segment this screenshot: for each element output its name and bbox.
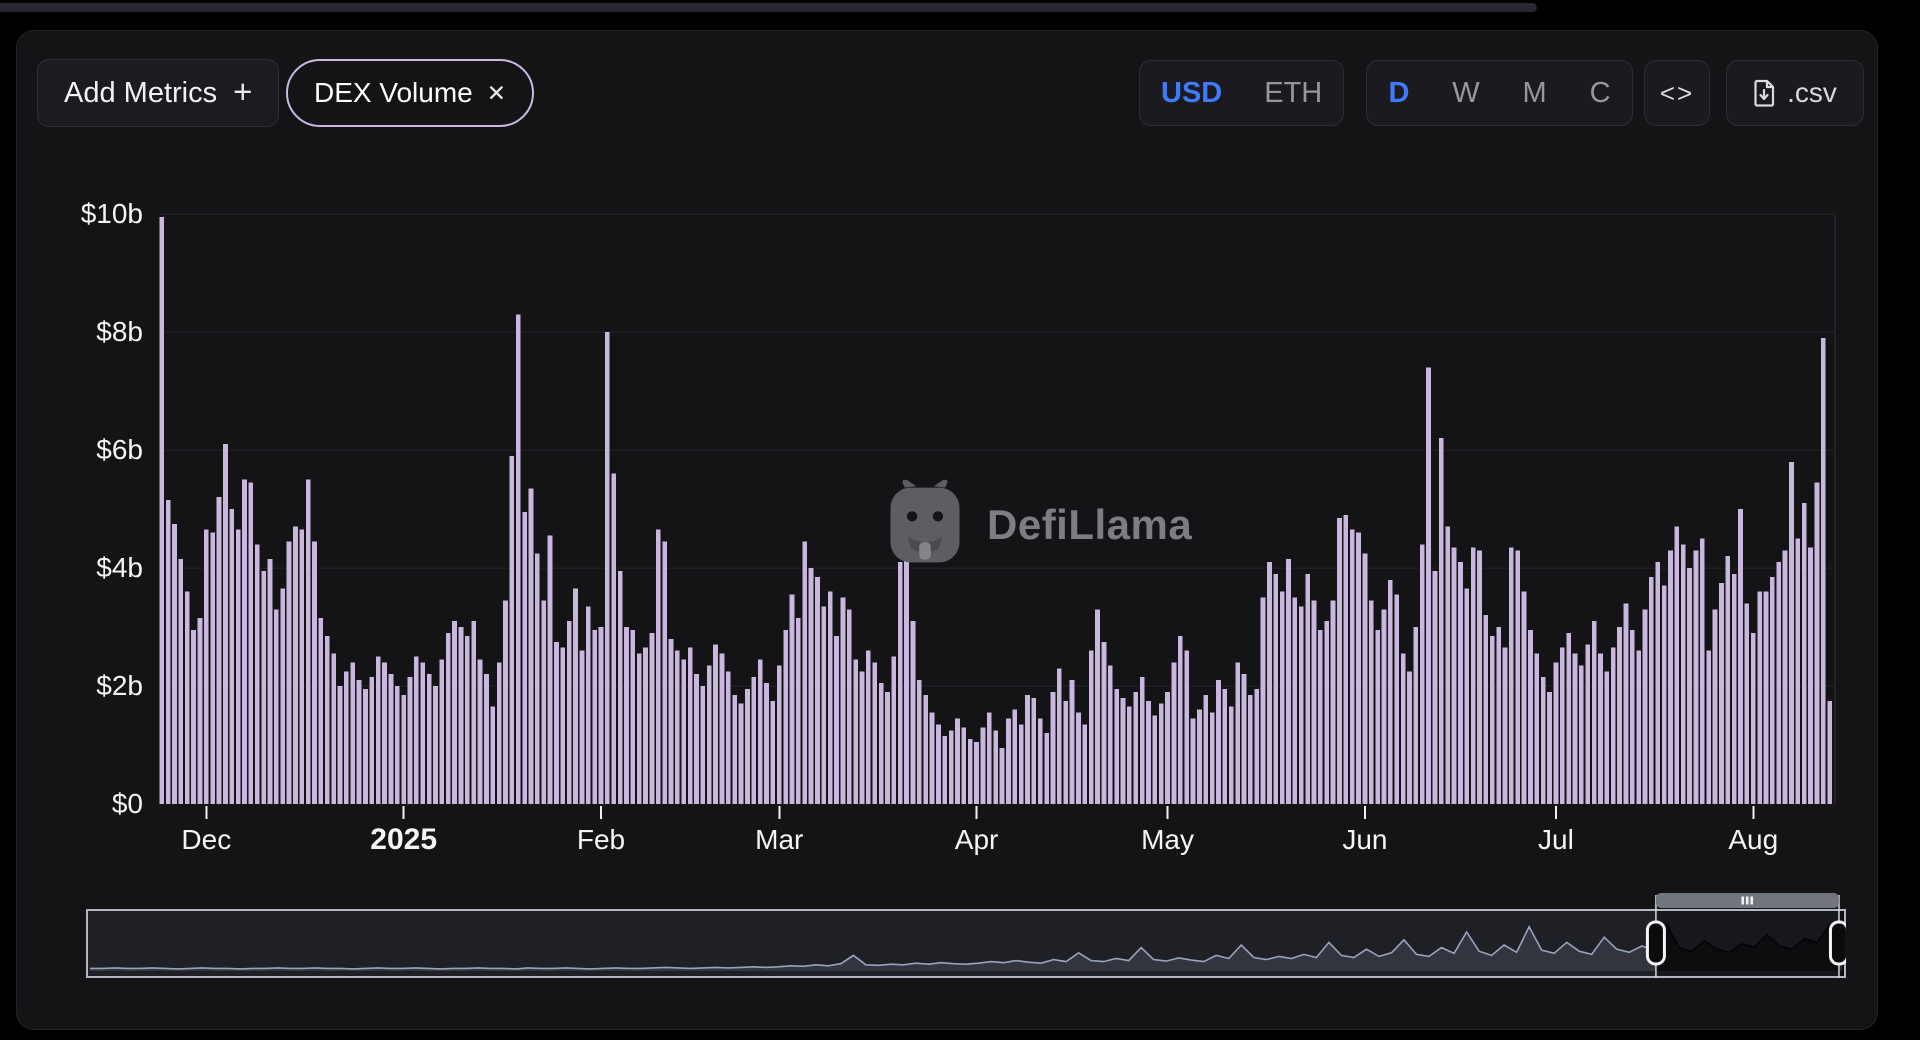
watermark: DefiLlama [879,479,1192,571]
x-axis-tick-label: 2025 [370,823,437,856]
x-axis-tick-label: Aug [1728,824,1778,855]
defillama-llama-icon [879,479,971,571]
x-axis-tick-label: Jun [1342,824,1387,855]
x-axis-tick-label: Feb [577,824,625,855]
brush-right-handle[interactable] [1830,922,1846,964]
brush-unselected-region[interactable] [88,911,1656,976]
x-axis-tick-label: Jul [1538,824,1574,855]
chart-panel: Add Metrics + DEX Volume ✕ USD ETH D W M… [16,30,1878,1030]
x-axis-tick-label: Apr [955,824,999,855]
time-range-brush[interactable] [86,889,1846,978]
x-axis-tick-label: Dec [181,824,231,855]
x-axis-tick-label: Mar [755,824,803,855]
watermark-text: DefiLlama [987,501,1192,549]
top-scrollbar[interactable] [0,3,1537,12]
brush-left-handle[interactable] [1647,922,1664,964]
x-axis-tick-label: May [1141,824,1194,855]
